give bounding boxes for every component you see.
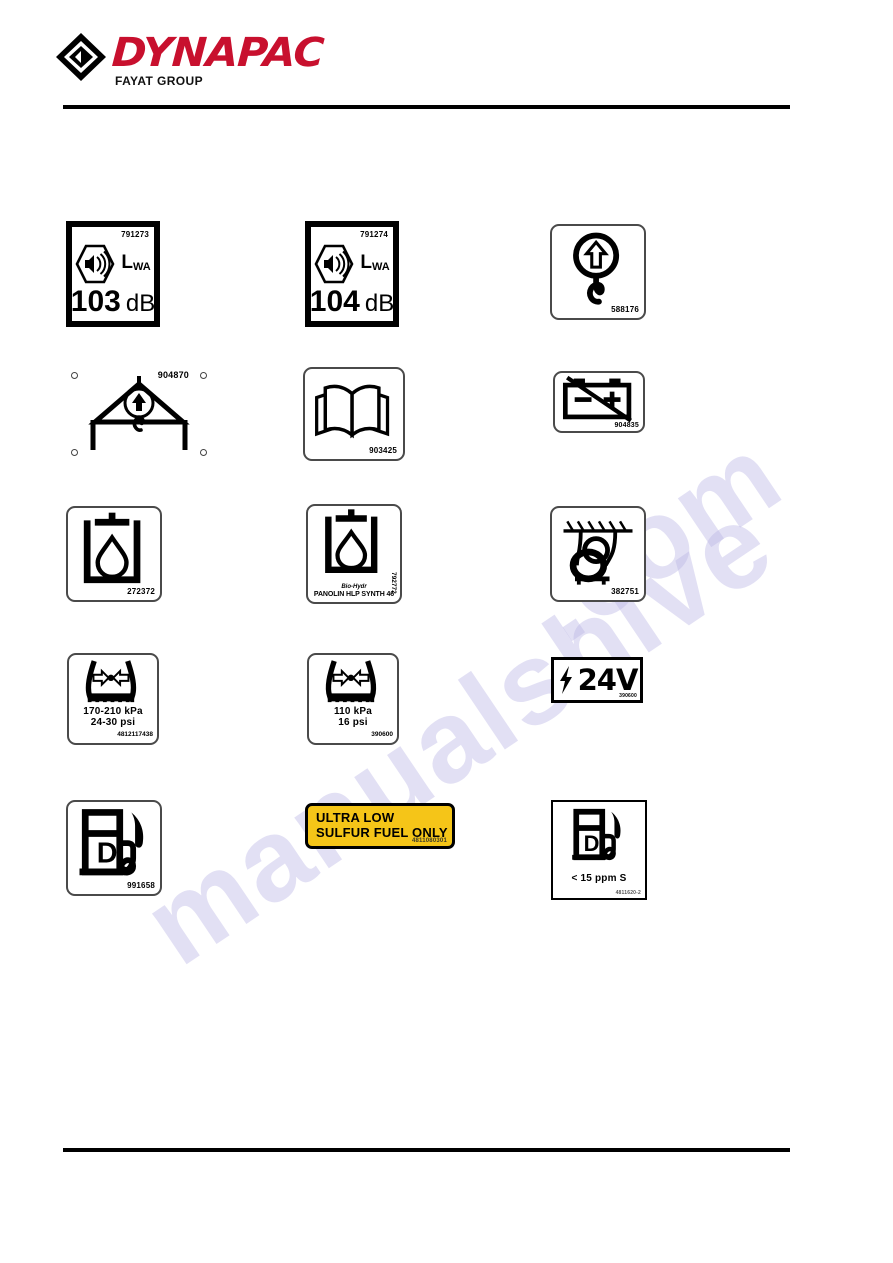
diesel-sulfur-spec: < 15 ppm S [571,873,627,884]
noise-decal-frame: 791274 L WA 104 dB [305,221,399,327]
decal-diesel-ppm: D < 15 ppm S 4811620-2 [551,800,647,900]
svg-text:D: D [97,837,118,869]
svg-text:D: D [584,831,600,856]
speaker-hex-icon [75,244,115,284]
decal-noise-104: 791274 L WA 104 dB [305,221,399,327]
hydraulic-oil-decal-frame: 272372 [66,506,162,602]
speaker-hex-icon [314,244,354,284]
decal-read-manual: 903425 [303,367,405,461]
decal-bio-hydraulic-oil: 792772 Bio-Hydr PANOLIN HLP SYNTH 46 [306,504,402,604]
diesel-ppm-decal-frame: D < 15 ppm S 4811620-2 [551,800,647,900]
tyre-pressure-values: 170-210 kPa 24-30 psi 4812117438 [69,706,157,740]
noise-decal-top: L WA [311,243,393,285]
sound-power-label: L WA [121,253,150,275]
sound-power-label: L WA [360,253,389,275]
decal-lifting-hook: 588176 [550,224,646,320]
decal-part-number: 4812117438 [117,731,153,738]
lwa-letter: L [360,252,372,273]
tyre-pressure-values: 110 kPa 16 psi 390600 [309,706,397,740]
tyre-pressure-psi: 16 psi [338,717,368,728]
read-manual-decal-frame: 903425 [303,367,405,461]
sulfur-line1: ULTRA LOW [316,810,395,825]
decal-part-number: 4811620-2 [615,890,641,896]
diesel-decal-frame: 991658 D [66,800,162,896]
decal-voltage-24v: 24V 390600 [551,657,643,703]
noise-decal-value: 103 dB [70,285,156,318]
voltage-decal-frame: 24V 390600 [551,657,643,703]
lifting-sling-decal-frame: 904870 [63,362,215,466]
lifting-hook-decal-frame: 588176 [550,224,646,320]
decal-battery-disconnect: 904835 [553,371,645,433]
bio-oil-caption-line1: Bio-Hydr [341,584,367,590]
bio-oil-decal-frame: 792772 Bio-Hydr PANOLIN HLP SYNTH 46 [306,504,402,604]
decal-hydraulic-oil: 272372 [66,506,162,602]
lwa-subscript: WA [132,261,151,273]
decal-grid: 791273 L WA 103 dB 791274 L WA 104 dB 58… [0,0,893,1263]
decal-tyre-pressure-low: 110 kPa 16 psi 390600 [307,653,399,745]
sulfur-label-frame: ULTRA LOW SULFUR FUEL ONLY 4811080301 [305,803,455,849]
lightning-bolt-icon [557,665,575,695]
decal-part-number: 791274 [360,230,388,239]
noise-decal-top: L WA [72,243,154,285]
noise-value: 104 [309,285,360,318]
battery-decal-frame: 904835 [553,371,645,433]
decal-noise-103: 791273 L WA 103 dB [66,221,160,327]
noise-unit: dB [364,290,395,317]
noise-decal-frame: 791273 L WA 103 dB [66,221,160,327]
decal-part-number: 390600 [371,731,393,738]
bio-oil-caption-line2: PANOLIN HLP SYNTH 46 [313,591,395,598]
decal-lashing-point: 382751 [550,506,646,602]
noise-decal-value: 104 dB [309,285,395,318]
decal-part-number: 4811080301 [411,838,447,844]
voltage-value: 24V [577,662,639,697]
tyre-pressure-decal-frame: 170-210 kPa 24-30 psi 4812117438 [67,653,159,745]
decal-ultra-low-sulfur: ULTRA LOW SULFUR FUEL ONLY 4811080301 [305,803,455,849]
lashing-decal-frame: 382751 [550,506,646,602]
decal-part-number: 791273 [121,230,149,239]
bio-oil-caption: Bio-Hydr PANOLIN HLP SYNTH 46 [308,583,400,599]
tyre-pressure-kpa: 110 kPa [333,706,373,717]
lwa-letter: L [121,252,133,273]
decal-diesel-fuel: 991658 D [66,800,162,896]
decal-lifting-sling: 904870 [63,362,215,466]
tyre-pressure-psi: 24-30 psi [90,717,136,728]
decal-part-number: 390600 [619,693,637,699]
decal-tyre-pressure-high: 170-210 kPa 24-30 psi 4812117438 [67,653,159,745]
lwa-subscript: WA [371,261,390,273]
noise-unit: dB [125,290,156,317]
tyre-pressure-decal-frame: 110 kPa 16 psi 390600 [307,653,399,745]
tyre-pressure-kpa: 170-210 kPa [83,706,143,717]
noise-value: 103 [70,285,121,318]
